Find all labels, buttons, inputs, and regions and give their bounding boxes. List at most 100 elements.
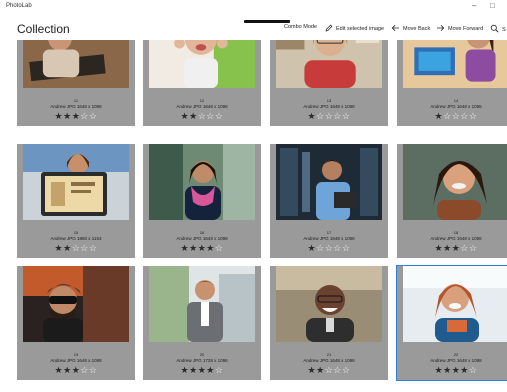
maximize-button[interactable]: □ <box>490 2 495 10</box>
photo-tile[interactable]: 14 Andrew JPG 1648 x 1098 ★☆☆☆☆ <box>397 40 507 126</box>
star-filled-icon[interactable]: ★ <box>72 365 81 375</box>
star-empty-icon[interactable]: ☆ <box>89 243 98 253</box>
star-filled-icon[interactable]: ★ <box>63 111 72 121</box>
star-empty-icon[interactable]: ☆ <box>215 111 224 121</box>
star-filled-icon[interactable]: ★ <box>435 243 444 253</box>
photo-tile[interactable]: 11 Andrew JPG 1648 x 1098 ★★★☆☆ <box>17 40 135 126</box>
photo-grid: 11 Andrew JPG 1648 x 1098 ★★★☆☆ 12 Andrew JP… <box>0 40 507 392</box>
star-empty-icon[interactable]: ☆ <box>72 243 81 253</box>
star-filled-icon[interactable]: ★ <box>308 111 317 121</box>
star-filled-icon[interactable]: ★ <box>206 243 215 253</box>
star-filled-icon[interactable]: ★ <box>189 111 198 121</box>
photo-tile[interactable]: 21 Andrew JPG 1648 x 1098 ★★☆☆☆ <box>270 266 388 380</box>
rating-stars[interactable]: ★☆☆☆☆ <box>270 244 388 253</box>
photo-tile[interactable]: 16 Andrew JPG 1648 x 1098 ★★★★☆ <box>143 144 261 258</box>
star-filled-icon[interactable]: ★ <box>55 365 64 375</box>
star-empty-icon[interactable]: ☆ <box>333 365 342 375</box>
star-empty-icon[interactable]: ☆ <box>89 111 98 121</box>
star-empty-icon[interactable]: ☆ <box>460 111 469 121</box>
search-button[interactable]: S <box>490 24 506 35</box>
star-empty-icon[interactable]: ☆ <box>316 243 325 253</box>
star-filled-icon[interactable]: ★ <box>63 243 72 253</box>
photo-name: 11 <box>73 98 79 103</box>
photo-tile[interactable]: 15 Andrew JPG 1880 x 1153 ★★☆☆☆ <box>17 144 135 258</box>
star-empty-icon[interactable]: ☆ <box>89 365 98 375</box>
photo-tile[interactable]: 19 Andrew JPG 1648 x 1098 ★★★☆☆ <box>17 266 135 380</box>
star-filled-icon[interactable]: ★ <box>206 365 215 375</box>
photo-thumbnail <box>23 40 129 88</box>
photo-tile[interactable]: 20 Andrew JPG 1728 x 1098 ★★★★☆ <box>143 266 261 380</box>
star-empty-icon[interactable]: ☆ <box>316 111 325 121</box>
star-empty-icon[interactable]: ☆ <box>198 111 207 121</box>
star-filled-icon[interactable]: ★ <box>443 243 452 253</box>
star-filled-icon[interactable]: ★ <box>435 365 444 375</box>
star-empty-icon[interactable]: ☆ <box>342 243 351 253</box>
photo-tile[interactable]: 22 Andrew JPG 1648 x 1098 ★★★★☆ <box>396 265 507 381</box>
star-filled-icon[interactable]: ★ <box>63 365 72 375</box>
rating-stars[interactable]: ★★★☆☆ <box>397 244 507 253</box>
minimize-button[interactable]: – <box>472 2 476 10</box>
star-empty-icon[interactable]: ☆ <box>469 365 478 375</box>
star-empty-icon[interactable]: ☆ <box>469 243 478 253</box>
rating-stars[interactable]: ★☆☆☆☆ <box>270 112 388 121</box>
star-empty-icon[interactable]: ☆ <box>325 365 334 375</box>
star-filled-icon[interactable]: ★ <box>435 111 444 121</box>
rating-stars[interactable]: ★★☆☆☆ <box>270 366 388 375</box>
star-empty-icon[interactable]: ☆ <box>80 243 89 253</box>
rating-stars[interactable]: ★★☆☆☆ <box>143 112 261 121</box>
photo-thumbnail <box>276 40 382 88</box>
star-empty-icon[interactable]: ☆ <box>215 243 224 253</box>
star-filled-icon[interactable]: ★ <box>316 365 325 375</box>
move-back-button[interactable]: Move Back <box>391 24 430 34</box>
rating-stars[interactable]: ★★☆☆☆ <box>17 244 135 253</box>
photo-thumbnail <box>403 144 507 220</box>
star-empty-icon[interactable]: ☆ <box>215 365 224 375</box>
photo-tile[interactable]: 12 Andrew JPG 1648 x 1098 ★★☆☆☆ <box>143 40 261 126</box>
move-forward-button[interactable]: Move Forward <box>436 24 483 34</box>
star-filled-icon[interactable]: ★ <box>189 365 198 375</box>
rating-stars[interactable]: ★★★★☆ <box>143 366 261 375</box>
star-empty-icon[interactable]: ☆ <box>460 243 469 253</box>
star-filled-icon[interactable]: ★ <box>198 243 207 253</box>
star-filled-icon[interactable]: ★ <box>181 365 190 375</box>
rating-stars[interactable]: ★★★★☆ <box>397 366 507 375</box>
star-empty-icon[interactable]: ☆ <box>469 111 478 121</box>
rating-stars[interactable]: ★☆☆☆☆ <box>397 112 507 121</box>
star-empty-icon[interactable]: ☆ <box>452 111 461 121</box>
star-empty-icon[interactable]: ☆ <box>443 111 452 121</box>
photo-tile[interactable]: 18 Andrew JPG 1648 x 1098 ★★★☆☆ <box>397 144 507 258</box>
photo-tile[interactable]: 13 Andrew JPG 1648 x 1098 ★☆☆☆☆ <box>270 40 388 126</box>
star-filled-icon[interactable]: ★ <box>308 243 317 253</box>
rating-stars[interactable]: ★★★☆☆ <box>17 112 135 121</box>
star-empty-icon[interactable]: ☆ <box>325 111 334 121</box>
star-filled-icon[interactable]: ★ <box>181 111 190 121</box>
star-empty-icon[interactable]: ☆ <box>325 243 334 253</box>
photo-tile[interactable]: 17 Andrew JPG 1648 x 1098 ★☆☆☆☆ <box>270 144 388 258</box>
rating-stars[interactable]: ★★★☆☆ <box>17 366 135 375</box>
drag-handle[interactable] <box>244 20 290 23</box>
star-filled-icon[interactable]: ★ <box>452 365 461 375</box>
star-filled-icon[interactable]: ★ <box>198 365 207 375</box>
star-empty-icon[interactable]: ☆ <box>342 111 351 121</box>
star-empty-icon[interactable]: ☆ <box>80 365 89 375</box>
edit-selected-button[interactable]: Edit selected image <box>325 24 384 34</box>
star-empty-icon[interactable]: ☆ <box>333 243 342 253</box>
rating-stars[interactable]: ★★★★☆ <box>143 244 261 253</box>
star-filled-icon[interactable]: ★ <box>55 243 64 253</box>
star-filled-icon[interactable]: ★ <box>443 365 452 375</box>
star-empty-icon[interactable]: ☆ <box>80 111 89 121</box>
star-filled-icon[interactable]: ★ <box>308 365 317 375</box>
photo-thumbnail <box>23 144 129 220</box>
star-filled-icon[interactable]: ★ <box>181 243 190 253</box>
photo-name: 19 <box>73 352 79 357</box>
star-filled-icon[interactable]: ★ <box>460 365 469 375</box>
star-empty-icon[interactable]: ☆ <box>206 111 215 121</box>
star-filled-icon[interactable]: ★ <box>72 111 81 121</box>
photo-meta: Andrew JPG 1648 x 1098 <box>176 236 228 241</box>
combo-mode-button[interactable]: Combo Mode <box>284 24 317 30</box>
star-filled-icon[interactable]: ★ <box>189 243 198 253</box>
star-filled-icon[interactable]: ★ <box>452 243 461 253</box>
star-empty-icon[interactable]: ☆ <box>333 111 342 121</box>
star-empty-icon[interactable]: ☆ <box>342 365 351 375</box>
star-filled-icon[interactable]: ★ <box>55 111 64 121</box>
